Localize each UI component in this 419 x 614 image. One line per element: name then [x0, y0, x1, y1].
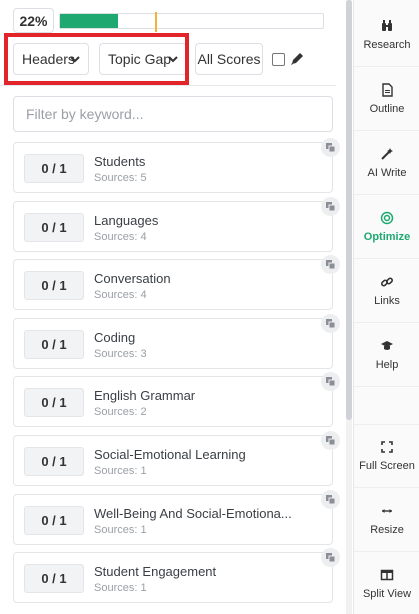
score-percentage: 22% — [13, 8, 54, 33]
right-sidebar: Research Outline AI Write Optimize Links… — [353, 0, 419, 614]
sidebar-item-optimize[interactable]: Optimize — [354, 195, 419, 259]
divider — [0, 85, 336, 86]
document-icon — [382, 82, 393, 97]
topic-sources: Sources: 2 — [94, 406, 147, 418]
sidebar-item-label: Full Screen — [359, 460, 415, 472]
topic-card[interactable]: 0 / 1 Coding Sources: 3 — [13, 318, 333, 369]
sidebar-item-ai-write[interactable]: AI Write — [354, 131, 419, 195]
topic-card[interactable]: 0 / 1 Social-Emotional Learning Sources: 1 — [13, 435, 333, 486]
topic-sources: Sources: 4 — [94, 231, 147, 243]
topic-sources: Sources: 1 — [94, 582, 147, 594]
copy-icon[interactable] — [321, 314, 340, 333]
sidebar-item-label: AI Write — [367, 166, 407, 179]
sidebar-item-label: Outline — [369, 102, 405, 115]
topic-sources: Sources: 1 — [94, 465, 147, 477]
coverage-count: 0 / 1 — [24, 564, 84, 593]
topic-card[interactable]: 0 / 1 Languages Sources: 4 — [13, 201, 333, 252]
sidebar-item-split-view[interactable]: Split View — [354, 552, 419, 614]
topic-card[interactable]: 0 / 1 Students Sources: 5 — [13, 142, 333, 193]
progress-fill — [60, 14, 118, 28]
copy-icon[interactable] — [321, 548, 340, 567]
sidebar-item-label: Research — [363, 38, 411, 51]
split-view-icon — [380, 569, 394, 580]
topic-sources: Sources: 3 — [94, 348, 147, 360]
copy-icon[interactable] — [321, 197, 340, 216]
topic-card[interactable]: 0 / 1 Conversation Sources: 4 — [13, 259, 333, 310]
topic-card[interactable]: 0 / 1 Student Engagement Sources: 1 — [13, 552, 333, 603]
topic-title: Coding — [94, 330, 136, 345]
sidebar-item-label: Split View — [362, 587, 412, 600]
sidebar-item-label: Links — [374, 294, 400, 307]
copy-icon[interactable] — [321, 138, 340, 157]
highlight-box — [4, 33, 189, 85]
select-checkbox[interactable] — [272, 53, 285, 66]
copy-icon[interactable] — [321, 255, 340, 274]
sidebar-item-outline[interactable]: Outline — [354, 67, 419, 131]
score-progress-bar — [59, 12, 324, 32]
coverage-count: 0 / 1 — [24, 388, 84, 417]
sidebar-item-label: Help — [375, 358, 399, 371]
topic-card[interactable]: 0 / 1 Well-Being And Social-Emotiona... So… — [13, 494, 333, 545]
binoculars-icon — [382, 19, 392, 31]
keyword-filter-input[interactable]: Filter by keyword... — [13, 96, 333, 132]
sidebar-item-resize[interactable]: Resize — [354, 488, 419, 552]
main-panel: 22% Headers Topic Gap All Scores Filter … — [0, 0, 340, 614]
coverage-count: 0 / 1 — [24, 330, 84, 359]
topic-title: Languages — [94, 213, 159, 228]
copy-icon[interactable] — [321, 490, 340, 509]
topic-title: Well-Being And Social-Emotiona... — [94, 506, 292, 521]
topic-title: Students — [94, 154, 146, 169]
progress-target-marker — [154, 12, 157, 32]
coverage-count: 0 / 1 — [24, 271, 84, 300]
sidebar-item-links[interactable]: Links — [354, 259, 419, 323]
all-scores-button[interactable]: All Scores — [195, 43, 263, 75]
sidebar-item-research[interactable]: Research — [354, 3, 419, 67]
pencil-icon[interactable] — [289, 51, 305, 67]
topic-title: Conversation — [94, 271, 171, 286]
resize-arrows-icon — [382, 508, 392, 513]
target-icon — [380, 211, 394, 224]
topic-card[interactable]: 0 / 1 English Grammar Sources: 2 — [13, 376, 333, 427]
expand-icon — [381, 441, 393, 453]
topic-sources: Sources: 5 — [94, 172, 147, 184]
topic-title: Social-Emotional Learning — [94, 447, 246, 462]
coverage-count: 0 / 1 — [24, 213, 84, 242]
link-icon — [380, 276, 394, 287]
graduation-cap-icon — [381, 340, 393, 350]
copy-icon[interactable] — [321, 431, 340, 450]
topic-title: Student Engagement — [94, 564, 217, 579]
copy-icon[interactable] — [321, 372, 340, 391]
sidebar-item-full-screen[interactable]: Full Screen — [354, 424, 419, 488]
coverage-count: 0 / 1 — [24, 154, 84, 183]
topic-title: English Grammar — [94, 388, 196, 403]
magic-wand-icon — [381, 147, 393, 160]
scrollbar-thumb[interactable] — [346, 0, 352, 420]
topic-sources: Sources: 4 — [94, 289, 147, 301]
topic-sources: Sources: 1 — [94, 524, 147, 536]
coverage-count: 0 / 1 — [24, 506, 84, 535]
coverage-count: 0 / 1 — [24, 447, 84, 476]
sidebar-item-label: Optimize — [363, 230, 411, 243]
sidebar-item-label: Resize — [370, 523, 404, 536]
sidebar-item-help[interactable]: Help — [354, 323, 419, 387]
scrollbar[interactable] — [346, 0, 352, 614]
